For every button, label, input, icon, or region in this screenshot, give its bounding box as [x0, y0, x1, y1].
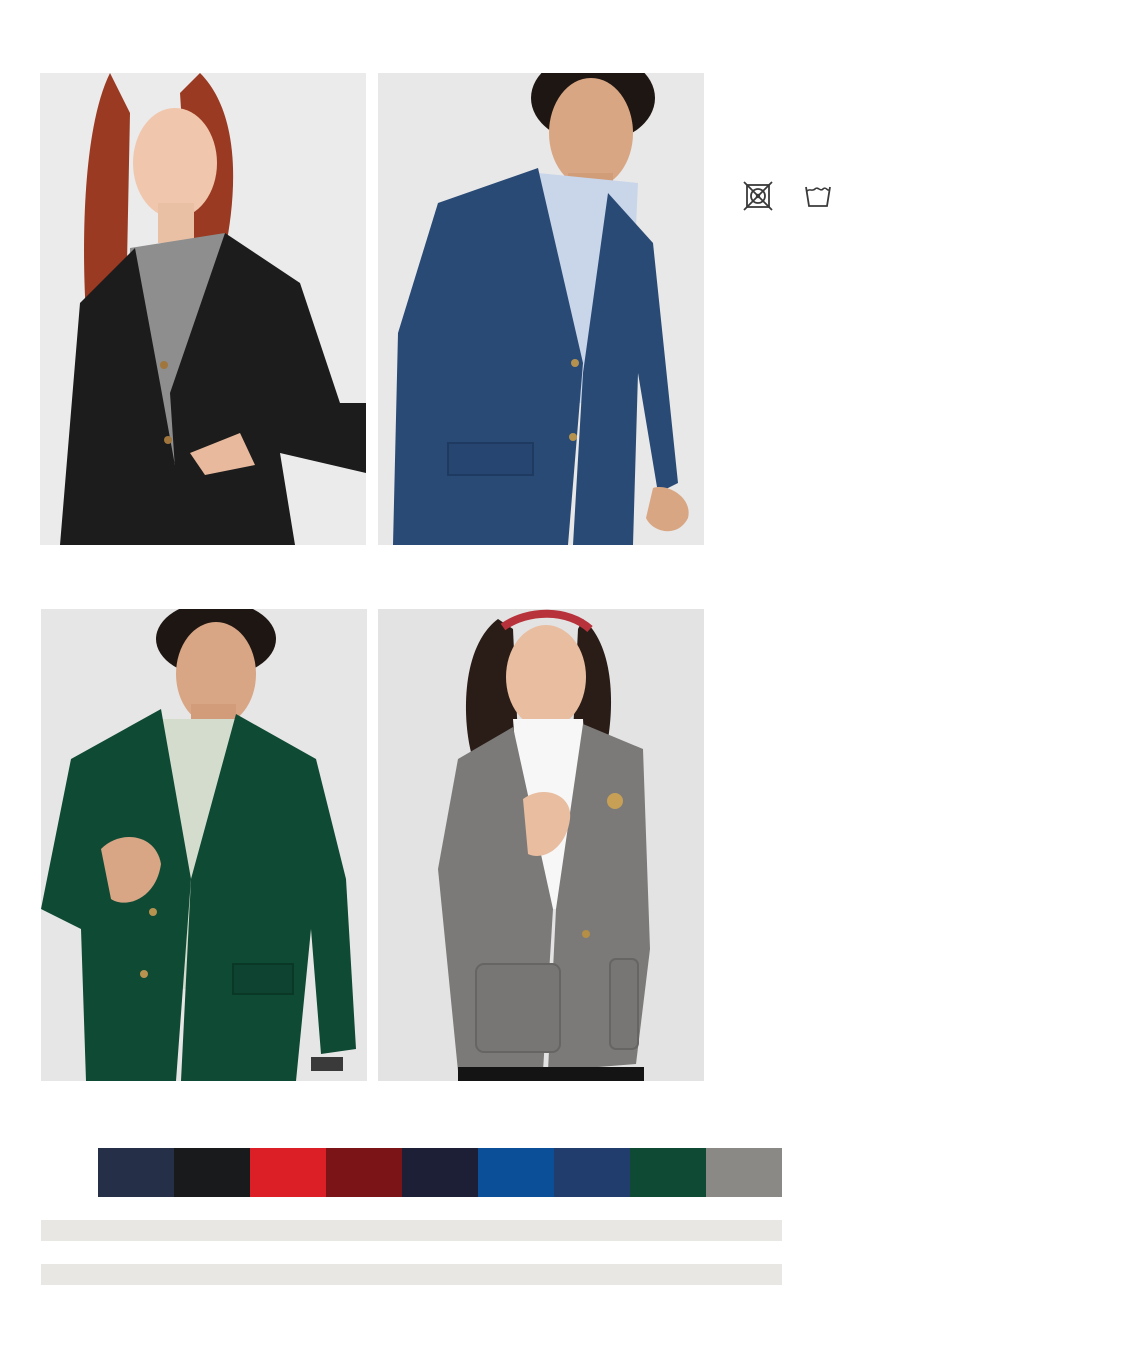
swatch-black[interactable]: [174, 1148, 250, 1197]
swatch-forest-green[interactable]: [630, 1148, 706, 1197]
model-man-green-blazer-image: [41, 609, 367, 1081]
swatch-dark-navy[interactable]: [402, 1148, 478, 1197]
hand-wash-icon: [805, 186, 831, 207]
placeholder-bar: [41, 1220, 782, 1241]
care-instructions: [743, 181, 833, 211]
model-woman-grey-blazer-image: [378, 609, 704, 1081]
color-swatch-row: [98, 1148, 782, 1197]
swatch-steel-navy[interactable]: [554, 1148, 630, 1197]
swatch-royal-blue[interactable]: [478, 1148, 554, 1197]
placeholder-bar: [41, 1264, 782, 1285]
swatch-burgundy[interactable]: [326, 1148, 402, 1197]
do-not-tumble-dry-icon: [743, 181, 773, 211]
product-photo-navy-blazer[interactable]: [378, 73, 704, 545]
product-photo-green-blazer[interactable]: [41, 609, 367, 1081]
product-photo-grey-blazer[interactable]: [378, 609, 704, 1081]
model-man-navy-blazer-image: [378, 73, 704, 545]
swatch-navy[interactable]: [98, 1148, 174, 1197]
swatch-grey-heather[interactable]: [706, 1148, 782, 1197]
swatch-red[interactable]: [250, 1148, 326, 1197]
model-woman-black-blazer-image: [40, 73, 366, 545]
product-photo-black-blazer[interactable]: [40, 73, 366, 545]
